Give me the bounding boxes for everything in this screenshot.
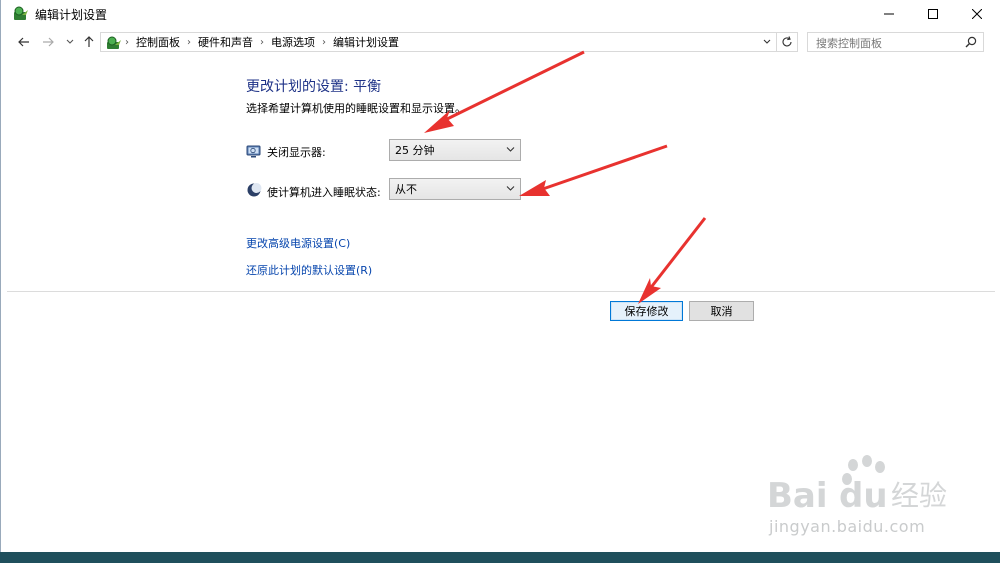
arrow-right-icon <box>43 37 54 47</box>
minimize-icon <box>884 13 894 15</box>
search-icon <box>965 36 977 51</box>
edit-plan-window: 编辑计划设置 › 控制面板 › 硬件和声音 › 电源选项 › 编辑计划设置 搜索… <box>0 0 1000 552</box>
moon-icon <box>246 182 262 198</box>
address-dropdown-button[interactable] <box>759 33 775 51</box>
back-button[interactable] <box>15 32 33 52</box>
chevron-down-icon <box>763 39 771 44</box>
breadcrumb-power-options[interactable]: 电源选项 <box>271 34 315 50</box>
svg-text:du: du <box>839 476 888 516</box>
close-icon <box>972 9 982 19</box>
address-bar[interactable]: › 控制面板 › 硬件和声音 › 电源选项 › 编辑计划设置 <box>100 32 798 52</box>
breadcrumb-separator[interactable]: › <box>322 37 326 48</box>
monitor-icon <box>246 143 262 159</box>
chevron-down-icon <box>506 186 515 191</box>
baidu-logo: Bai du 经验 <box>767 455 947 516</box>
arrow-to-sleep-select <box>519 144 668 196</box>
close-button[interactable] <box>955 0 999 28</box>
breadcrumb-control-panel[interactable]: 控制面板 <box>136 34 180 50</box>
recent-locations-button[interactable] <box>61 32 79 52</box>
power-options-icon <box>13 6 29 22</box>
display-off-value: 25 分钟 <box>395 144 435 157</box>
svg-text:Bai: Bai <box>767 476 828 516</box>
up-button[interactable] <box>80 32 98 52</box>
breadcrumb-separator: › <box>125 36 129 48</box>
baidu-watermark: Bai du 经验 jingyan.baidu.com <box>763 455 963 545</box>
advanced-power-settings-link[interactable]: 更改高级电源设置(C) <box>246 235 350 251</box>
restore-defaults-link[interactable]: 还原此计划的默认设置(R) <box>246 262 372 278</box>
sleep-select[interactable]: 从不 <box>389 178 521 200</box>
breadcrumb-hardware-sound[interactable]: 硬件和声音 <box>198 34 253 50</box>
forward-button[interactable] <box>39 32 57 52</box>
sleep-label: 使计算机进入睡眠状态: <box>267 186 381 199</box>
page-description: 选择希望计算机使用的睡眠设置和显示设置。 <box>246 102 466 115</box>
page-title: 更改计划的设置: 平衡 <box>246 79 382 95</box>
chevron-down-icon <box>66 39 74 44</box>
minimize-button[interactable] <box>867 0 911 28</box>
maximize-icon <box>928 9 938 19</box>
arrow-left-icon <box>18 37 29 47</box>
window-title: 编辑计划设置 <box>35 8 108 22</box>
cancel-button[interactable]: 取消 <box>689 301 754 321</box>
display-off-label: 关闭显示器: <box>267 146 326 159</box>
arrow-up-icon <box>84 36 94 47</box>
maximize-button[interactable] <box>911 0 955 28</box>
divider <box>7 291 995 292</box>
save-changes-button[interactable]: 保存修改 <box>610 301 683 321</box>
svg-text:经验: 经验 <box>891 479 947 512</box>
title-bar: 编辑计划设置 <box>1 0 1000 28</box>
control-panel-icon <box>106 35 122 51</box>
search-placeholder: 搜索控制面板 <box>816 37 882 50</box>
sleep-value: 从不 <box>395 183 417 196</box>
refresh-icon <box>782 36 792 47</box>
display-off-select[interactable]: 25 分钟 <box>389 139 521 161</box>
chevron-down-icon <box>506 147 515 152</box>
desktop-background <box>0 552 1000 563</box>
watermark-url: jingyan.baidu.com <box>769 517 926 536</box>
breadcrumb-edit-plan[interactable]: 编辑计划设置 <box>333 34 399 50</box>
breadcrumb-separator[interactable]: › <box>187 37 191 48</box>
arrow-to-display-select <box>424 50 585 133</box>
breadcrumb-separator[interactable]: › <box>260 37 264 48</box>
refresh-button[interactable] <box>776 33 797 51</box>
breadcrumb: › 控制面板 › 硬件和声音 › 电源选项 › 编辑计划设置 <box>125 33 399 51</box>
search-input[interactable]: 搜索控制面板 <box>807 32 984 52</box>
